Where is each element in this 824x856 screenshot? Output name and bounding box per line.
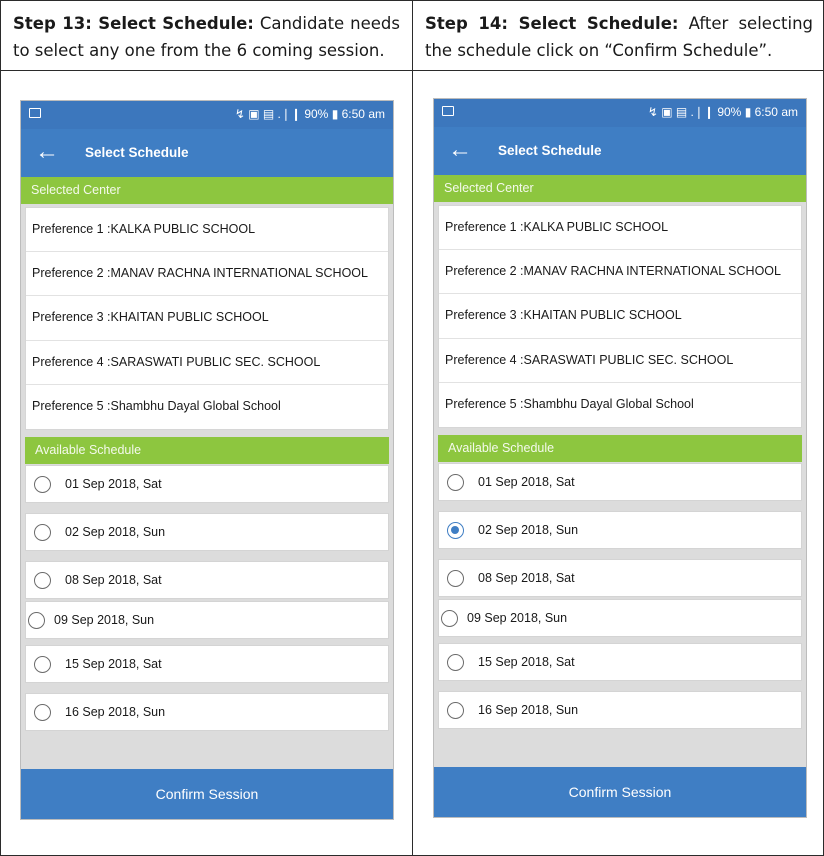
step-14-column: Step 14: Select Schedule: After selectin… [412,1,824,856]
available-schedule-header: Available Schedule [25,437,389,464]
schedule-option[interactable]: 09 Sep 2018, Sun [438,599,802,637]
schedule-label: 02 Sep 2018, Sun [65,525,166,539]
step-14-caption: Step 14: Select Schedule: After selectin… [413,1,824,71]
schedule-option[interactable]: 15 Sep 2018, Sat [438,643,802,681]
app-bar: ← Select Schedule [434,127,806,175]
radio-button[interactable] [28,612,45,629]
list-item: Preference 3 :KHAITAN PUBLIC SCHOOL [26,296,388,341]
schedule-option[interactable]: 01 Sep 2018, Sat [25,465,389,503]
status-indicators: ↯ ▣ ▤ .❘❙ 90% ▮ 6:50 am [647,105,798,119]
radio-button[interactable] [34,704,51,721]
available-schedule-header: Available Schedule [438,435,802,462]
gallery-icon [442,106,454,116]
schedule-label: 16 Sep 2018, Sun [65,705,166,719]
schedule-label: 09 Sep 2018, Sun [54,613,155,627]
schedule-option[interactable]: 08 Sep 2018, Sat [438,559,802,597]
app-bar: ← Select Schedule [21,129,393,177]
list-item: Preference 1 :KALKA PUBLIC SCHOOL [26,208,388,253]
radio-button[interactable] [34,656,51,673]
confirm-session-button[interactable]: Confirm Session [434,767,806,817]
radio-button[interactable] [34,476,51,493]
schedule-label: 15 Sep 2018, Sat [478,655,575,669]
step-title: Step 13: Select Schedule: [13,14,254,33]
preference-list: Preference 1 :KALKA PUBLIC SCHOOL Prefer… [25,207,389,430]
status-bar: ↯ ▣ ▤ .❘❙ 90% ▮ 6:50 am [21,101,393,129]
schedule-option[interactable]: 16 Sep 2018, Sun [438,691,802,729]
step-13-caption: Step 13: Select Schedule: Candidate need… [1,1,412,71]
radio-button[interactable] [447,702,464,719]
schedule-label: 08 Sep 2018, Sat [65,573,162,587]
radio-button[interactable] [34,572,51,589]
radio-button[interactable] [447,570,464,587]
phone-screenshot: ↯ ▣ ▤ .❘❙ 90% ▮ 6:50 am ← Select Schedul… [433,98,807,818]
selected-center-header: Selected Center [434,175,806,202]
confirm-session-button[interactable]: Confirm Session [21,769,393,819]
back-arrow-icon[interactable]: ← [35,138,59,166]
list-item: Preference 4 :SARASWATI PUBLIC SEC. SCHO… [439,339,801,383]
schedule-label: 08 Sep 2018, Sat [478,571,575,585]
schedule-label: 16 Sep 2018, Sun [478,703,579,717]
radio-button[interactable] [34,524,51,541]
schedule-label: 09 Sep 2018, Sun [467,611,568,625]
list-item: Preference 2 :MANAV RACHNA INTERNATIONAL… [26,252,388,297]
list-item: Preference 4 :SARASWATI PUBLIC SEC. SCHO… [26,341,388,385]
list-item: Preference 3 :KHAITAN PUBLIC SCHOOL [439,294,801,339]
list-item: Preference 5 :Shambhu Dayal Global Schoo… [32,398,281,413]
selected-center-header: Selected Center [21,177,393,204]
schedule-option[interactable]: 16 Sep 2018, Sun [25,693,389,731]
schedule-option[interactable]: 02 Sep 2018, Sun [25,513,389,551]
instruction-table: Step 13: Select Schedule: Candidate need… [0,0,824,856]
radio-button[interactable] [441,610,458,627]
list-item: Preference 5 :Shambhu Dayal Global Schoo… [445,396,694,411]
schedule-label: 15 Sep 2018, Sat [65,657,162,671]
schedule-option[interactable]: 01 Sep 2018, Sat [438,463,802,501]
radio-button[interactable] [447,474,464,491]
step-title: Step 14: Select Schedule: [425,14,679,33]
schedule-label: 01 Sep 2018, Sat [478,475,575,489]
back-arrow-icon[interactable]: ← [448,136,472,164]
schedule-option-selected[interactable]: 02 Sep 2018, Sun [438,511,802,549]
screen-title: Select Schedule [85,145,189,160]
phone-screenshot: ↯ ▣ ▤ .❘❙ 90% ▮ 6:50 am ← Select Schedul… [20,100,394,820]
list-item: Preference 1 :KALKA PUBLIC SCHOOL [439,206,801,251]
status-indicators: ↯ ▣ ▤ .❘❙ 90% ▮ 6:50 am [234,107,385,121]
preference-list: Preference 1 :KALKA PUBLIC SCHOOL Prefer… [438,205,802,428]
gallery-icon [29,108,41,118]
list-item: Preference 2 :MANAV RACHNA INTERNATIONAL… [439,250,801,295]
step-13-column: Step 13: Select Schedule: Candidate need… [1,1,412,856]
screen-title: Select Schedule [498,143,602,158]
radio-button[interactable] [447,654,464,671]
schedule-option[interactable]: 15 Sep 2018, Sat [25,645,389,683]
schedule-label: 02 Sep 2018, Sun [478,523,579,537]
radio-button-selected[interactable] [447,522,464,539]
schedule-option[interactable]: 08 Sep 2018, Sat [25,561,389,599]
status-bar: ↯ ▣ ▤ .❘❙ 90% ▮ 6:50 am [434,99,806,127]
schedule-option[interactable]: 09 Sep 2018, Sun [25,601,389,639]
schedule-label: 01 Sep 2018, Sat [65,477,162,491]
